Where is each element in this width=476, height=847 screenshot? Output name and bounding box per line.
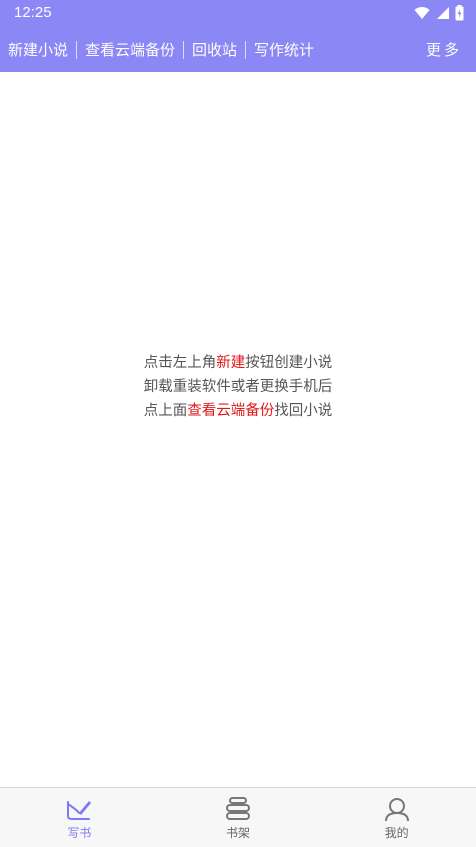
tab-write[interactable]: 写书 <box>0 788 159 847</box>
status-bar: 12:25 <box>0 0 476 26</box>
menu-divider <box>245 40 247 59</box>
empty-hint: 点击左上角新建按钮创建小说 卸载重装软件或者更换手机后 点上面查看云端备份找回小… <box>0 351 476 423</box>
bottom-nav: 写书 书架 我的 <box>0 787 476 847</box>
more-button[interactable]: 更多 <box>426 39 462 60</box>
signal-icon <box>437 7 449 19</box>
new-novel-button[interactable]: 新建小说 <box>8 39 68 60</box>
wifi-icon <box>414 7 430 20</box>
main-content: 点击左上角新建按钮创建小说 卸载重装软件或者更换手机后 点上面查看云端备份找回小… <box>0 72 476 787</box>
hint-highlight-backup: 查看云端备份 <box>187 403 275 419</box>
hint-text: 按钮创建小说 <box>245 355 333 371</box>
tab-profile[interactable]: 我的 <box>317 788 476 847</box>
hint-highlight-new: 新建 <box>216 355 246 371</box>
profile-icon <box>384 798 409 822</box>
writing-stats-button[interactable]: 写作统计 <box>254 39 314 60</box>
top-menu: 新建小说 查看云端备份 回收站 写作统计 <box>8 39 314 60</box>
battery-icon <box>455 5 464 21</box>
hint-line-3: 点上面查看云端备份找回小说 <box>0 399 476 423</box>
tab-label: 书架 <box>226 826 251 840</box>
tab-label: 写书 <box>67 826 92 840</box>
write-icon <box>67 801 92 820</box>
status-time: 12:25 <box>14 4 52 21</box>
view-cloud-backup-button[interactable]: 查看云端备份 <box>85 39 175 60</box>
bookshelf-icon <box>226 797 250 820</box>
system-icons <box>414 5 464 21</box>
menu-divider <box>76 40 78 59</box>
top-bar: 新建小说 查看云端备份 回收站 写作统计 更多 <box>0 26 476 72</box>
hint-text: 点击左上角 <box>143 355 217 371</box>
hint-line-1: 点击左上角新建按钮创建小说 <box>0 351 476 375</box>
hint-text: 点上面 <box>143 403 188 419</box>
hint-text: 找回小说 <box>274 403 333 419</box>
hint-line-2: 卸载重装软件或者更换手机后 <box>143 379 333 395</box>
tab-bookshelf[interactable]: 书架 <box>159 788 318 847</box>
tab-label: 我的 <box>384 826 409 840</box>
recycle-bin-button[interactable]: 回收站 <box>192 39 237 60</box>
menu-divider <box>183 40 185 59</box>
